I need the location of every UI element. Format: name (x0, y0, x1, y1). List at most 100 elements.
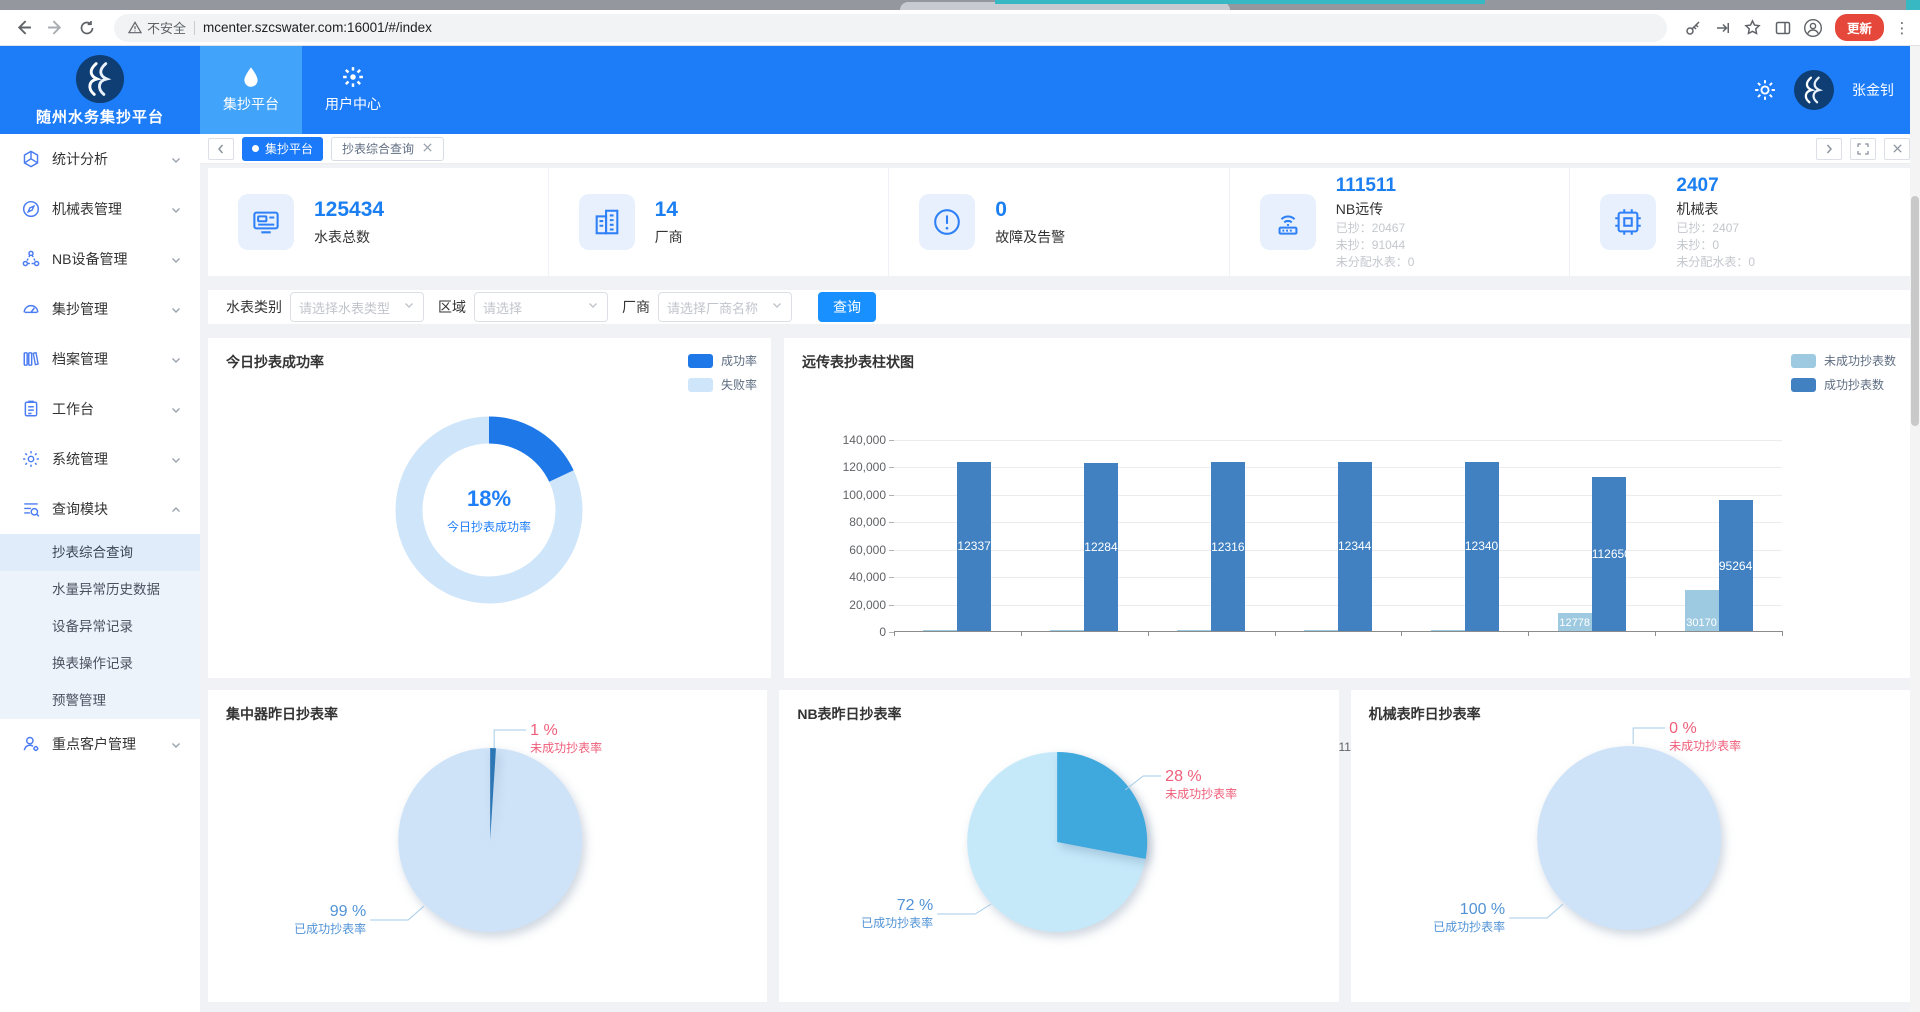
sidebar-item[interactable]: 集抄管理 (0, 284, 200, 334)
stat-value: 14 (655, 198, 683, 222)
route-tab[interactable]: 抄表综合查询 (331, 137, 444, 161)
send-icon[interactable] (1711, 16, 1735, 40)
stat-icon-tile (919, 194, 975, 250)
header-right: 张金钊 (1754, 46, 1920, 134)
gear-icon (22, 450, 40, 468)
unsuccessful-bar[interactable] (1431, 630, 1465, 631)
sidebar-item-label: 统计分析 (52, 149, 170, 169)
unsuccessful-bar[interactable]: 30170 (1685, 590, 1719, 631)
sidebar-item[interactable]: NB设备管理 (0, 234, 200, 284)
bar-legend: 未成功抄表数成功抄表数 (1791, 352, 1896, 400)
yesterday-pies-row: 集中器昨日抄表率1 %未成功抄表率99 %已成功抄表率NB表昨日抄表率28 %未… (208, 690, 1910, 1002)
vertical-scrollbar[interactable] (1910, 46, 1920, 1012)
main-content: 集抄平台抄表综合查询 125434水表总数14厂商0故障及告警111511NB远… (200, 134, 1920, 1012)
unsuccessful-bar[interactable] (1050, 630, 1084, 631)
sidebar-subitem[interactable]: 预警管理 (0, 682, 200, 719)
filter-label: 厂商 (622, 297, 650, 317)
star-icon[interactable] (1741, 16, 1765, 40)
settings-gear-icon[interactable] (1754, 79, 1776, 101)
successful-bar[interactable]: 123371 (957, 462, 991, 631)
successful-slice[interactable] (1537, 746, 1721, 930)
successful-bar[interactable]: 122841 (1084, 463, 1118, 631)
stat-label: NB远传 (1336, 199, 1415, 219)
unsuccessful-bar[interactable]: 12778 (1558, 613, 1592, 631)
pie-series-label: 已成功抄表率 (294, 921, 366, 936)
donut-subtitle: 今日抄表成功率 (447, 518, 531, 535)
sidebar-item[interactable]: 统计分析 (0, 134, 200, 184)
legend-row[interactable]: 成功抄表数 (1791, 376, 1896, 393)
bar-value-label: 123441 (1338, 539, 1372, 553)
route-tab[interactable]: 集抄平台 (242, 137, 323, 161)
sidebar-subitem[interactable]: 设备异常记录 (0, 608, 200, 645)
legend-row[interactable]: 成功率 (688, 352, 757, 369)
address-bar[interactable]: 不安全 mcenter.szcswater.com:16001/#/index (114, 14, 1667, 42)
unsuccessful-bar[interactable] (923, 630, 957, 631)
stat-text: 2407机械表已抄：2407未抄：0未分配水表：0 (1676, 175, 1755, 270)
filter-select[interactable]: 请选择厂商名称 (658, 292, 792, 322)
sidebar-item[interactable]: 机械表管理 (0, 184, 200, 234)
stat-value: 125434 (314, 198, 384, 222)
chevron-down-icon (170, 253, 182, 265)
successful-bar[interactable]: 123401 (1465, 462, 1499, 631)
bar-value-label: 123161 (1211, 540, 1245, 554)
sidebar-item[interactable]: 重点客户管理 (0, 719, 200, 769)
legend-row[interactable]: 失败率 (688, 376, 757, 393)
search-button[interactable]: 查询 (818, 292, 876, 322)
successful-bar[interactable]: 123161 (1211, 462, 1245, 631)
key-icon[interactable] (1681, 16, 1705, 40)
fullscreen-button[interactable] (1850, 138, 1876, 160)
tabs-right-controls (1816, 138, 1910, 160)
sidebar-subitem[interactable]: 抄表综合查询 (0, 534, 200, 571)
sidebar-subitem[interactable]: 水量异常历史数据 (0, 571, 200, 608)
filter-select[interactable]: 请选择水表类型 (290, 292, 424, 322)
active-dot (252, 145, 259, 152)
tabs-scroll-left-button[interactable] (208, 138, 234, 160)
successful-bar[interactable]: 95264 (1719, 500, 1753, 631)
close-tab-icon[interactable] (422, 142, 433, 156)
sidebar-item[interactable]: 工作台 (0, 384, 200, 434)
archive-icon (22, 350, 40, 368)
close-all-button[interactable] (1884, 138, 1910, 160)
panel-title: 远传表抄表柱状图 (802, 352, 914, 372)
chevron-down-icon (170, 203, 182, 215)
stat-card: 0故障及告警 (889, 168, 1230, 276)
url-text[interactable]: mcenter.szcswater.com:16001/#/index (203, 20, 432, 35)
app-logo (75, 54, 125, 104)
reload-icon[interactable] (74, 15, 100, 41)
side-panel-icon[interactable] (1771, 16, 1795, 40)
avatar[interactable] (1794, 70, 1834, 110)
user-name[interactable]: 张金钊 (1852, 80, 1894, 100)
chrome-update-button[interactable]: 更新 (1835, 14, 1884, 41)
legend-row[interactable]: 未成功抄表数 (1791, 352, 1896, 369)
sidebar-item[interactable]: 查询模块 (0, 484, 200, 534)
unsuccessful-bar[interactable] (1304, 630, 1338, 631)
x-axis-tick (1275, 631, 1276, 636)
meter-screen-icon (251, 207, 281, 237)
bar-plot-area: 020,00040,00060,00080,000100,000120,0001… (894, 440, 1782, 632)
scrollbar-thumb[interactable] (1911, 196, 1919, 426)
gear-white-icon (342, 66, 364, 88)
back-arrow-icon[interactable] (10, 15, 36, 41)
not-secure-badge[interactable]: 不安全 (128, 18, 186, 37)
tabs-scroll-right-button[interactable] (1816, 138, 1842, 160)
donut-legend: 成功率失败率 (688, 352, 757, 400)
unsuccessful-slice[interactable] (1057, 752, 1147, 859)
successful-bar[interactable]: 112650 (1592, 477, 1626, 631)
top-nav-item-1[interactable]: 集抄平台 (200, 46, 302, 134)
top-nav-label: 集抄平台 (223, 94, 279, 114)
filter-select[interactable]: 请选择 (474, 292, 608, 322)
unsuccessful-bar[interactable] (1177, 630, 1211, 631)
x-axis-tick (1401, 631, 1402, 636)
person-icon[interactable] (1801, 16, 1825, 40)
brand-block: 随州水务集抄平台 (0, 46, 200, 134)
forward-arrow-icon[interactable] (42, 15, 68, 41)
stats-icon (22, 150, 40, 168)
url-divider (194, 21, 195, 35)
successful-bar[interactable]: 123441 (1338, 462, 1372, 631)
sidebar-item[interactable]: 档案管理 (0, 334, 200, 384)
top-nav-item-2[interactable]: 用户中心 (302, 46, 404, 134)
sidebar-item[interactable]: 系统管理 (0, 434, 200, 484)
kebab-menu-icon[interactable]: ⋮ (1894, 19, 1910, 37)
sidebar-subitem[interactable]: 换表操作记录 (0, 645, 200, 682)
stat-label: 厂商 (655, 227, 683, 247)
